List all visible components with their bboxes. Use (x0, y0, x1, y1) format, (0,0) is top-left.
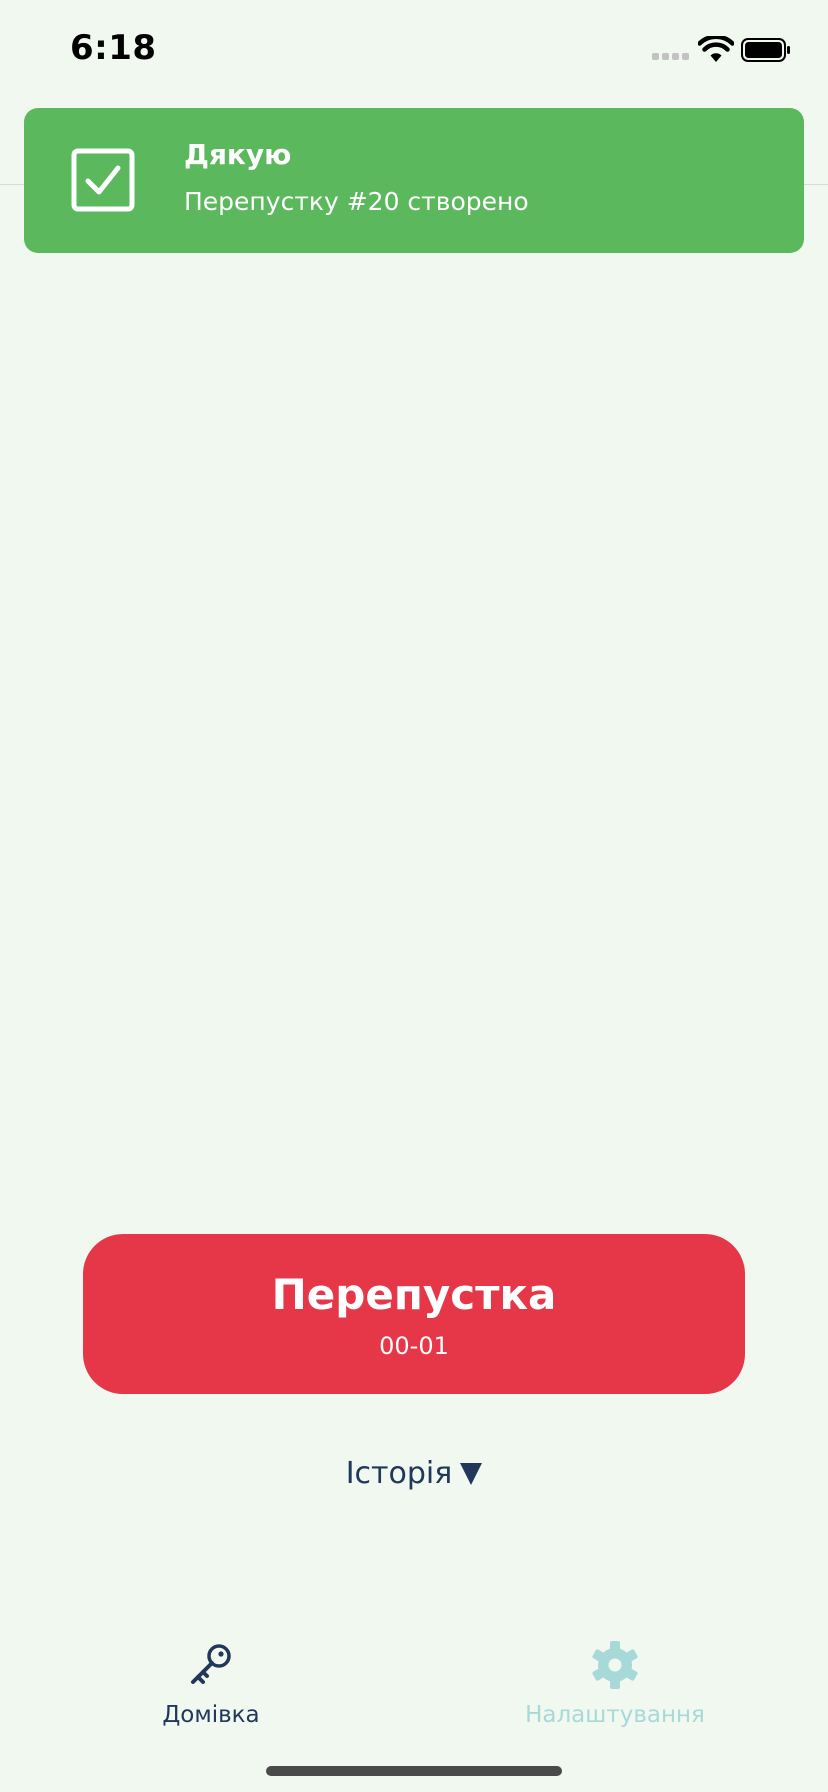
status-time: 6:18 (70, 28, 157, 68)
toast-message: Перепустку #20 створено (184, 187, 529, 216)
cellular-signal-icon (652, 53, 689, 60)
tab-settings-label: Налаштування (525, 1702, 705, 1728)
app-screen: 6:18 Дякую Перепустку #20 створено Переп… (0, 0, 828, 1792)
checkbox-checked-icon (71, 148, 135, 212)
wifi-icon (698, 36, 734, 62)
history-label: Історія (345, 1456, 453, 1491)
home-indicator (266, 1766, 562, 1776)
gear-icon (592, 1641, 638, 1689)
create-pass-button[interactable]: Перепустка 00-01 (83, 1234, 745, 1394)
key-icon (191, 1644, 231, 1684)
tab-home-label: Домівка (162, 1702, 260, 1728)
tab-settings[interactable]: Налаштування (485, 1640, 745, 1740)
pass-button-title: Перепустка (271, 1270, 557, 1319)
triangle-down-icon (460, 1463, 483, 1485)
toast-title: Дякую (184, 138, 292, 171)
success-toast[interactable]: Дякую Перепустку #20 створено (24, 108, 804, 253)
tab-home[interactable]: Домівка (81, 1640, 341, 1740)
battery-icon (741, 38, 790, 62)
pass-button-code: 00-01 (379, 1332, 449, 1360)
history-toggle[interactable]: Історія (0, 1456, 828, 1491)
